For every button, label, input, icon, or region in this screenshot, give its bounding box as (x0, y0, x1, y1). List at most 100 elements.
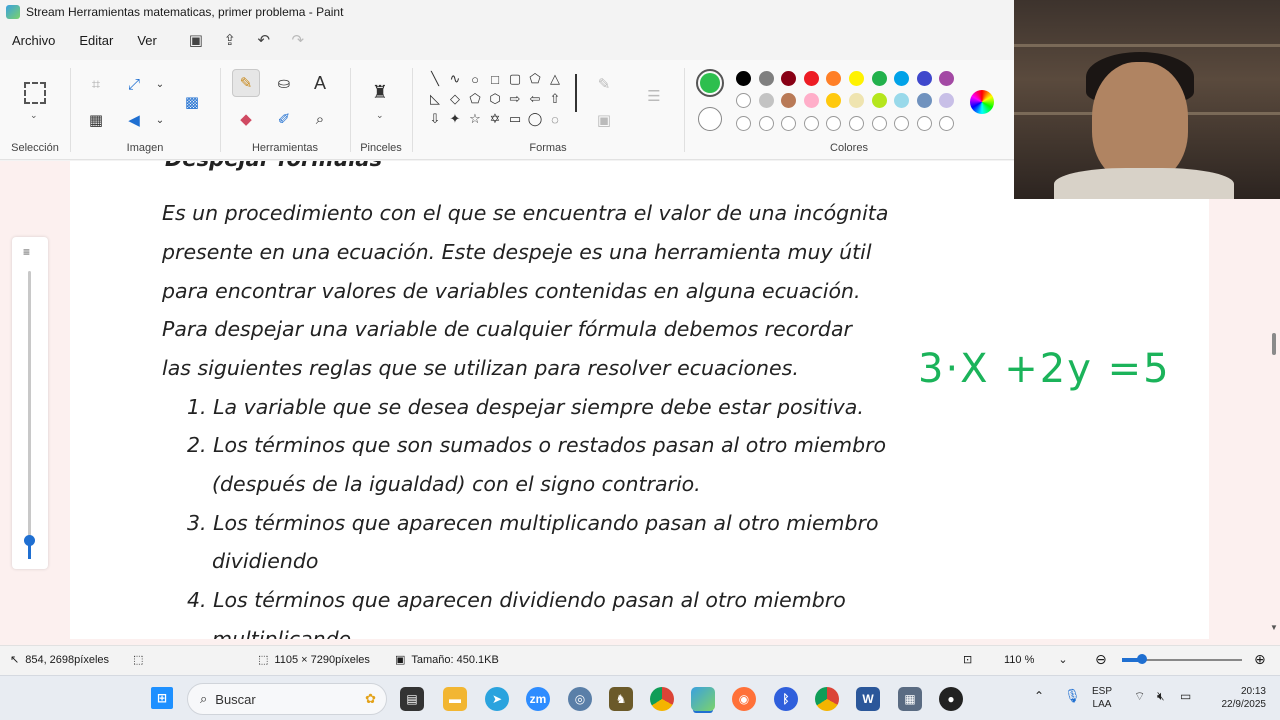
color-swatch[interactable] (758, 93, 774, 108)
rotate-icon[interactable]: ◀ (120, 106, 148, 134)
six-point-star-icon[interactable]: ✡ (485, 110, 505, 128)
oval-shape-icon[interactable]: ○ (465, 70, 485, 88)
empty-color-slot[interactable] (939, 116, 955, 131)
five-point-star-icon[interactable]: ☆ (465, 110, 485, 128)
right-arrow-shape-icon[interactable]: ⇨ (505, 90, 525, 108)
color-swatch[interactable] (939, 71, 955, 86)
color-swatch[interactable] (916, 71, 932, 86)
color-swatch[interactable] (736, 71, 751, 86)
right-triangle-shape-icon[interactable]: ◺ (425, 90, 445, 108)
empty-color-slot[interactable] (736, 116, 751, 131)
color-swatch[interactable] (849, 71, 864, 86)
scroll-thumb[interactable] (1272, 333, 1276, 355)
empty-color-slot[interactable] (803, 116, 819, 131)
zoom-slider-knob[interactable] (1137, 654, 1147, 664)
color-swatch[interactable] (939, 93, 955, 108)
color-swatch[interactable] (736, 93, 751, 108)
color-swatch[interactable] (871, 71, 887, 86)
color-swatch[interactable] (826, 93, 842, 108)
empty-color-slot[interactable] (826, 116, 842, 131)
select-rect-icon[interactable] (24, 82, 46, 104)
bluetooth-icon[interactable]: ᛒ (774, 687, 798, 711)
color-swatch[interactable] (894, 71, 910, 86)
line-shape-icon[interactable]: ╲ (425, 70, 445, 88)
menu-ver[interactable]: Ver (125, 33, 169, 48)
language-indicator[interactable]: ESP LAA (1092, 685, 1112, 711)
secondary-color-swatch[interactable] (698, 107, 722, 131)
vertical-scrollbar[interactable]: ▼ (1268, 161, 1280, 639)
color-swatch[interactable] (781, 93, 797, 108)
vpn-icon[interactable]: ◎ (568, 687, 592, 711)
windows-start-icon[interactable]: ⊞ (151, 687, 173, 709)
empty-color-slot[interactable] (849, 116, 864, 131)
color-swatch[interactable] (826, 71, 842, 86)
color-swatch[interactable] (781, 71, 797, 86)
scroll-down-icon[interactable]: ▼ (1270, 623, 1278, 632)
clock[interactable]: 20:13 22/9/2025 (1208, 685, 1267, 711)
show-hidden-icons[interactable]: ⌃ (1034, 690, 1044, 703)
chrome-profile-icon[interactable] (815, 687, 839, 711)
rectangle-shape-icon[interactable]: □ (485, 70, 505, 88)
undo-icon[interactable]: ↶ (251, 29, 277, 51)
zoom-in-icon[interactable]: ⊕ (1254, 651, 1266, 668)
callout-cloud-icon[interactable]: ◌ (545, 110, 565, 128)
resize-icon[interactable]: ⤢ (120, 70, 148, 98)
color-swatch[interactable] (758, 71, 774, 86)
chevron-down-icon[interactable]: ⌄ (146, 106, 174, 134)
color-swatch[interactable] (894, 93, 910, 108)
menu-editar[interactable]: Editar (67, 33, 125, 48)
color-swatch[interactable] (803, 93, 819, 108)
telegram-icon[interactable]: ➤ (485, 687, 509, 711)
empty-color-slot[interactable] (894, 116, 910, 131)
pentagon-shape-icon[interactable]: ⬠ (465, 90, 485, 108)
battery-icon[interactable]: ▭ (1180, 690, 1191, 703)
brush-icon[interactable]: ♜ (366, 78, 394, 106)
word-icon[interactable]: W (856, 687, 880, 711)
empty-color-slot[interactable] (916, 116, 932, 131)
wifi-icon[interactable]: ⌔ (1134, 690, 1145, 703)
microphone-icon[interactable]: 🎙 (1064, 689, 1081, 702)
task-view-icon[interactable]: ▤ (400, 687, 424, 711)
color-swatch[interactable] (916, 93, 932, 108)
zoom-app-icon[interactable]: zm (526, 687, 550, 711)
color-swatch[interactable] (871, 93, 887, 108)
down-arrow-shape-icon[interactable]: ⇩ (425, 110, 445, 128)
zoom-select[interactable]: 110 % ⌄ (1004, 653, 1068, 667)
color-swatch[interactable] (803, 71, 819, 86)
curve-shape-icon[interactable]: ∿ (445, 70, 465, 88)
four-point-star-icon[interactable]: ✦ (445, 110, 465, 128)
chevron-down-icon[interactable]: ⌄ (376, 110, 384, 121)
diamond-shape-icon[interactable]: ◇ (445, 90, 465, 108)
zoom-out-icon[interactable]: ⊖ (1095, 651, 1107, 668)
taskbar-search[interactable]: ⌕ Buscar ✿ (187, 683, 387, 715)
chrome-icon[interactable] (650, 687, 674, 711)
color-picker-icon[interactable]: ✐ (270, 105, 298, 133)
pencil-icon[interactable]: ✎ (232, 69, 260, 97)
rounded-rect-shape-icon[interactable]: ▢ (505, 70, 525, 88)
chevron-down-icon[interactable]: ⌄ (30, 110, 38, 121)
fill-icon[interactable]: ▣ (590, 106, 618, 134)
hexagon-shape-icon[interactable]: ⬡ (485, 90, 505, 108)
layers-icon[interactable]: ☰ (640, 82, 668, 110)
callout-oval-icon[interactable]: ◯ (525, 110, 545, 128)
share-icon[interactable]: ⇪ (217, 29, 243, 51)
chevron-down-icon[interactable]: ⌄ (146, 70, 174, 98)
obs-icon[interactable]: ● (939, 687, 963, 711)
outline-icon[interactable]: ✎ (590, 70, 618, 98)
menu-archivo[interactable]: Archivo (0, 33, 67, 48)
brush-size-track[interactable] (28, 271, 31, 541)
up-arrow-shape-icon[interactable]: ⇧ (545, 90, 565, 108)
eraser-icon[interactable]: ◆ (232, 105, 260, 133)
callout-rect-icon[interactable]: ▭ (505, 110, 525, 128)
polygon-shape-icon[interactable]: ⬠ (525, 70, 545, 88)
game-icon[interactable]: ♞ (609, 687, 633, 711)
brush-size-knob[interactable] (24, 535, 35, 546)
calculator-icon[interactable]: ▦ (898, 687, 922, 711)
select-all-icon[interactable]: ▦ (82, 106, 110, 134)
firefox-icon[interactable]: ◉ (732, 687, 756, 711)
file-explorer-icon[interactable]: ▬ (443, 687, 467, 711)
color-swatch[interactable] (849, 93, 864, 108)
crop-icon[interactable]: ⌗ (82, 70, 110, 98)
volume-muted-icon[interactable]: 🔇︎ (1157, 690, 1165, 703)
empty-color-slot[interactable] (871, 116, 887, 131)
